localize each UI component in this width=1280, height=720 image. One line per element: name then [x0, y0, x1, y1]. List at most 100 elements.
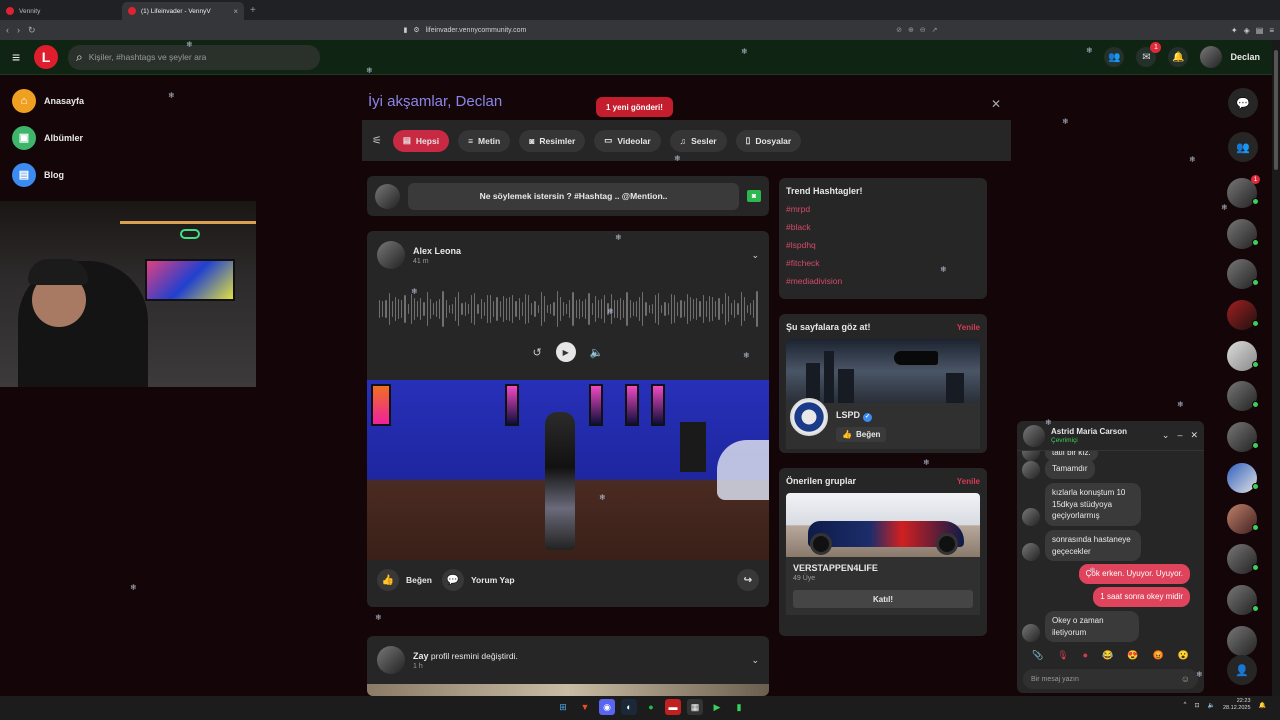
puzzle-icon[interactable]: ◈	[1244, 26, 1250, 35]
contact-avatar[interactable]	[1227, 218, 1259, 249]
contact-avatar[interactable]	[1227, 462, 1259, 493]
hashtag-link[interactable]: #mediadivision	[786, 276, 980, 286]
minimize-icon[interactable]: –	[1177, 430, 1182, 441]
chat-contact-name[interactable]: Astrid Maria Carson	[1051, 427, 1127, 436]
like-page-button[interactable]: 👍 Beğen	[836, 427, 887, 442]
join-group-button[interactable]: Katıl!	[793, 590, 973, 608]
nav-item-albums[interactable]: ▣ Albümler	[12, 125, 84, 150]
browser-tab-active[interactable]: (1) Lifeinvader - VennyV ×	[122, 2, 244, 20]
contact-avatar[interactable]	[1227, 625, 1257, 656]
menu-icon[interactable]: ≡	[1269, 26, 1274, 35]
url-field[interactable]: ▮ ⚙ lifeinvader.vennycommunity.com ⊘⊕⊖↗	[404, 23, 944, 37]
chat-messages[interactable]: tatlı bir kız. Tamamdır kızlarla konuştu…	[1017, 451, 1204, 661]
close-icon[interactable]: ✕	[991, 97, 1001, 111]
windows-start-icon[interactable]: ⊞	[555, 699, 571, 715]
comment-button[interactable]: 💬 Yorum Yap	[441, 569, 515, 591]
avatar[interactable]	[377, 646, 405, 674]
brave-browser-icon[interactable]: ▼	[577, 699, 593, 715]
lifeinvader-logo[interactable]: L	[34, 45, 58, 69]
page-name[interactable]: LSPD	[836, 410, 860, 420]
contacts-icon[interactable]: 👤	[1227, 655, 1257, 685]
bookmark-icon[interactable]: ▮	[404, 26, 408, 34]
microphone-icon[interactable]: 🎙	[1057, 650, 1068, 661]
spotify-icon[interactable]: ●	[643, 699, 659, 715]
friends-icon[interactable]: 👥	[1104, 47, 1125, 67]
address-actions-icon[interactable]: ⊘⊕⊖↗	[896, 26, 943, 34]
chevron-down-icon[interactable]: ⌄	[751, 250, 759, 261]
messages-icon[interactable]: ✉ 1	[1136, 42, 1162, 67]
new-chat-icon[interactable]: 💬	[1228, 88, 1258, 118]
add-friend-icon[interactable]: 👥	[1228, 132, 1258, 162]
group-name[interactable]: VERSTAPPEN4LIFE	[793, 563, 973, 573]
chat-message-input[interactable]: Bir mesaj yazın ☺	[1023, 669, 1198, 689]
emoji-picker-icon[interactable]: ☺	[1181, 674, 1190, 684]
hashtag-link[interactable]: #mrpd	[786, 204, 980, 214]
lspd-seal-logo[interactable]	[790, 398, 828, 436]
contact-avatar[interactable]	[1227, 584, 1259, 615]
play-button[interactable]: ▶	[555, 342, 576, 362]
chevron-down-icon[interactable]: ⌄	[751, 655, 759, 666]
page-cover-image[interactable]	[786, 339, 980, 403]
page-scrollbar[interactable]	[1272, 40, 1280, 696]
reload-icon[interactable]: ↻	[28, 25, 36, 36]
filter-settings-icon[interactable]: ⚟	[372, 134, 382, 147]
hashtag-link[interactable]: #lspdhq	[786, 240, 980, 250]
nav-item-home[interactable]: ⌂ Anasayfa	[12, 88, 84, 113]
scrollbar-thumb[interactable]	[1274, 50, 1278, 170]
filter-videos[interactable]: ▭ Videolar	[594, 129, 661, 152]
filter-sounds[interactable]: ♫ Sesler	[669, 129, 727, 152]
browser-tab[interactable]: Vennity	[0, 2, 122, 20]
app-icon[interactable]: ▬	[665, 699, 681, 715]
sidebar-icon[interactable]: ▤	[1256, 26, 1264, 35]
post-image[interactable]	[367, 684, 769, 696]
forward-icon[interactable]: ›	[17, 25, 20, 35]
network-icon[interactable]: ⊡	[1194, 702, 1199, 709]
contact-avatar[interactable]	[1227, 259, 1259, 290]
contact-avatar[interactable]	[1227, 300, 1259, 331]
post-image[interactable]	[367, 380, 769, 560]
contact-avatar[interactable]	[1227, 544, 1259, 575]
like-button[interactable]: 👍 Beğen	[377, 569, 432, 591]
nav-item-blog[interactable]: ▤ Blog	[12, 162, 84, 187]
share-button[interactable]: ↪	[737, 569, 759, 591]
audio-waveform[interactable]	[379, 289, 758, 329]
camera-icon[interactable]: ◙	[747, 190, 761, 202]
new-posts-button[interactable]: 1 yeni gönderi!	[596, 97, 673, 117]
extension-icon[interactable]: ✦	[1231, 26, 1238, 35]
emoji-icon[interactable]: 😮	[1178, 650, 1189, 661]
emoji-icon[interactable]: 😂	[1102, 650, 1113, 661]
app-icon[interactable]: ▮	[731, 699, 747, 715]
new-tab-button[interactable]: +	[244, 2, 262, 20]
app-icon[interactable]: ▶	[709, 699, 725, 715]
bell-icon[interactable]: 🔔	[1168, 47, 1189, 67]
rewind-icon[interactable]: ↺	[533, 346, 542, 359]
filter-text[interactable]: ≡ Metin	[458, 129, 511, 152]
notification-icon[interactable]: 🔔	[1259, 702, 1266, 709]
post-author[interactable]: Alex Leona	[413, 246, 461, 256]
filter-files[interactable]: ▯ Dosyalar	[735, 129, 802, 152]
chevron-down-icon[interactable]: ⌄	[1162, 430, 1170, 441]
attach-icon[interactable]: 📎	[1032, 650, 1043, 661]
hashtag-link[interactable]: #fitcheck	[786, 258, 980, 268]
emoji-icon[interactable]: 😡	[1153, 650, 1164, 661]
volume-icon[interactable]: 🔈	[1208, 702, 1215, 709]
hashtag-link[interactable]: #black	[786, 222, 980, 232]
filter-all[interactable]: ▤ Hepsi	[392, 129, 450, 152]
close-icon[interactable]: ✕	[1190, 430, 1198, 441]
filter-images[interactable]: ◙ Resimler	[519, 129, 586, 152]
contact-avatar[interactable]	[1227, 422, 1259, 453]
avatar[interactable]	[1023, 424, 1045, 447]
steam-icon[interactable]: ◐	[621, 699, 637, 715]
tab-close-icon[interactable]: ×	[233, 7, 238, 16]
user-menu[interactable]: Declan	[1200, 46, 1260, 68]
contact-avatar[interactable]	[1227, 340, 1259, 371]
contact-avatar[interactable]: 1	[1227, 175, 1260, 208]
clock[interactable]: 22:23 28.12.2025	[1223, 698, 1251, 712]
contact-avatar[interactable]	[1227, 503, 1259, 534]
contact-avatar[interactable]	[1227, 381, 1259, 412]
group-cover-image[interactable]	[786, 493, 980, 557]
app-icon[interactable]: ▦	[687, 699, 703, 715]
discord-icon[interactable]: ◉	[599, 699, 615, 715]
emoji-icon[interactable]: 😍	[1127, 650, 1138, 661]
volume-icon[interactable]: 🔈	[590, 346, 604, 359]
